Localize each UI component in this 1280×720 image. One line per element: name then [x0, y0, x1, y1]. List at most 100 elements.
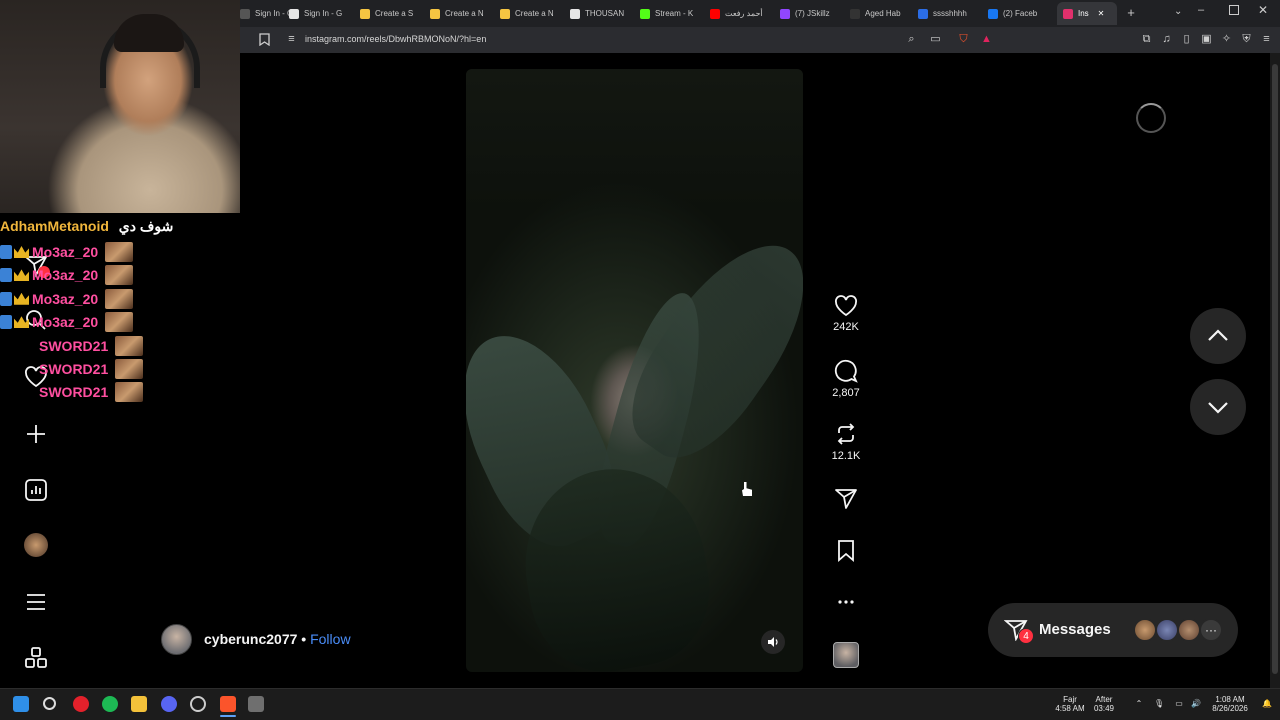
follow-button[interactable]: Follow [310, 631, 350, 647]
extensions-icon[interactable]: ⧉ [1140, 33, 1153, 46]
webcam-overlay [0, 0, 240, 213]
new-tab-button[interactable]: + [1124, 6, 1138, 20]
chat-line: Mo3az_20 [0, 265, 134, 286]
windows-start-icon[interactable] [13, 696, 29, 712]
tab-favicon-icon [500, 8, 510, 19]
file-explorer-icon[interactable] [131, 696, 147, 712]
audio-thumbnail[interactable] [833, 642, 859, 668]
send-icon [835, 489, 857, 509]
unread-badge: 4 [1018, 628, 1034, 644]
like-action[interactable]: 242K [825, 295, 867, 333]
close-tab-icon[interactable]: ✕ [1098, 9, 1105, 18]
conversation-avatar [1133, 618, 1157, 642]
prime-badge-icon [0, 291, 12, 306]
wallet-icon[interactable]: ▣ [1200, 33, 1213, 46]
url-field[interactable]: instagram.com/reels/DbwhRBMONoN/?hl=en [305, 34, 486, 44]
browser-tab[interactable]: THOUSAN [570, 4, 632, 23]
tab-label: THOUSAN [585, 9, 625, 18]
spotify-icon[interactable] [102, 696, 118, 712]
messages-label: Messages [1039, 621, 1111, 638]
dashboard-icon[interactable] [24, 478, 48, 502]
vpn-icon[interactable]: ⛨ [1240, 33, 1253, 46]
more-conversations-icon: ··· [1199, 618, 1223, 642]
leo-ai-icon[interactable]: ✧ [1220, 33, 1233, 46]
app-icon-red[interactable] [73, 696, 89, 712]
save-action[interactable] [825, 540, 867, 562]
close-window-button[interactable]: ✕ [1258, 3, 1270, 17]
browser-tab[interactable]: أحمد رفعت [710, 4, 772, 23]
tab-favicon-icon [360, 8, 370, 19]
after-time: 03:49 [1093, 704, 1115, 713]
chat-emote-icon [105, 312, 134, 333]
prayer-time: 4:58 AM [1055, 704, 1085, 713]
network-icon[interactable]: ▭ [1174, 699, 1184, 708]
chat-line: SWORD21 [0, 382, 144, 403]
tab-favicon-icon [1063, 8, 1073, 19]
next-reel-button[interactable] [1190, 379, 1246, 435]
search-icon[interactable] [43, 697, 56, 710]
browser-tab[interactable]: Create a N [430, 4, 492, 23]
brave-browser-icon[interactable] [220, 696, 236, 712]
browser-tab[interactable]: Create a S [360, 4, 422, 23]
obs-icon[interactable] [190, 696, 206, 712]
prayer-widget[interactable]: Fajr 4:58 AM [1050, 695, 1090, 713]
clock[interactable]: 1:08 AM 8/26/2026 [1206, 695, 1254, 713]
author-username[interactable]: cyberunc2077 [204, 631, 297, 647]
loading-spinner-icon [1136, 103, 1166, 133]
bookmark-icon[interactable] [258, 33, 271, 47]
notification-bell-icon[interactable]: 🔔 [1262, 699, 1272, 708]
messages-pill[interactable]: 4 Messages ··· [988, 603, 1238, 657]
chat-emote-icon [115, 359, 144, 379]
repost-action[interactable]: 12.1K [825, 422, 867, 462]
tab-search-chevron-icon[interactable]: ⌄ [1174, 6, 1184, 20]
apps-grid-icon[interactable] [24, 646, 48, 670]
comment-action[interactable]: 2,807 [825, 359, 867, 399]
speaker-icon[interactable]: 🔊 [1191, 699, 1201, 708]
browser-tab[interactable]: (7) JSkillz [780, 4, 842, 23]
browser-tab[interactable]: (2) Faceb [988, 4, 1050, 23]
brave-rewards-icon[interactable]: ▲ [980, 33, 993, 46]
menu-icon[interactable]: ≡ [1260, 33, 1273, 46]
conversation-avatar [1155, 618, 1179, 642]
sidebar-icon[interactable]: ▯ [1180, 33, 1193, 46]
cast-icon[interactable]: ▭ [929, 33, 942, 46]
prime-badge-icon [0, 315, 12, 330]
browser-tab[interactable]: Sign In - G [289, 4, 351, 23]
browser-tab[interactable]: Stream - K [640, 4, 702, 23]
restore-button[interactable] [1229, 5, 1239, 15]
browser-tab[interactable]: sssshhhh [918, 4, 980, 23]
discord-icon[interactable] [161, 696, 177, 712]
clock-time: 1:08 AM [1215, 695, 1245, 704]
chat-line: Mo3az_20 [0, 242, 134, 262]
hamburger-menu-icon[interactable] [24, 590, 48, 614]
comment-count: 2,807 [832, 387, 860, 399]
share-action[interactable] [825, 487, 867, 511]
reel-video[interactable] [466, 69, 803, 672]
profile-avatar[interactable] [24, 533, 48, 557]
create-plus-icon[interactable] [24, 422, 48, 446]
site-settings-icon[interactable]: ≡ [285, 33, 298, 46]
author-avatar[interactable] [161, 624, 192, 655]
browser-tab[interactable]: Create a N [500, 4, 562, 23]
minimize-button[interactable]: – [1198, 4, 1210, 18]
crown-badge-icon [14, 292, 29, 305]
media-icon[interactable]: ♫ [1160, 33, 1173, 46]
tab-label: Sign In - G [255, 9, 294, 18]
app-icon[interactable] [248, 696, 264, 712]
chat-username: Mo3az_20 [32, 314, 99, 331]
microphone-icon[interactable]: 🎙 [1154, 699, 1164, 708]
tab-label: Create a S [375, 9, 414, 18]
browser-tab[interactable]: Ins ✕ [1057, 2, 1117, 25]
tray-chevron-icon[interactable]: ⌃ [1134, 699, 1144, 708]
crown-badge-icon [14, 316, 29, 329]
more-horizontal-icon [838, 600, 854, 604]
browser-tab[interactable]: Aged Hab [850, 4, 912, 23]
zoom-icon[interactable]: ⌕ [905, 33, 918, 46]
countdown-widget[interactable]: After 03:49 [1090, 695, 1118, 713]
mute-toggle-button[interactable] [761, 630, 785, 654]
scrollbar-thumb[interactable] [1272, 64, 1278, 674]
brave-shield-icon[interactable]: ⛉ [957, 33, 970, 46]
more-options-button[interactable] [825, 592, 867, 612]
previous-reel-button[interactable] [1190, 308, 1246, 364]
tab-favicon-icon [640, 8, 650, 19]
